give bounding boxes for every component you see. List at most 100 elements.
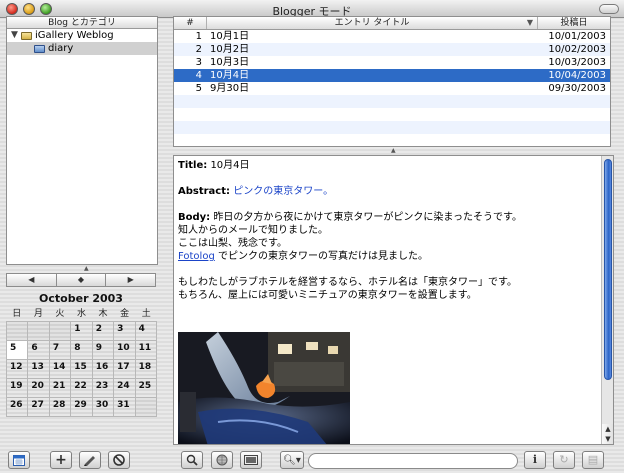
search-input[interactable] <box>308 453 518 469</box>
display-button[interactable] <box>240 451 262 469</box>
calendar-day[interactable]: 30 <box>92 398 115 417</box>
tree-item-igallery-weblog[interactable]: ▼ iGallery Weblog <box>7 29 157 42</box>
splitter-handle[interactable]: ▲ <box>391 148 396 154</box>
calendar-empty-cell <box>135 398 157 417</box>
column-header-number[interactable]: # <box>174 17 207 29</box>
folder-icon <box>21 32 32 40</box>
calendar-day[interactable]: 22 <box>71 379 93 398</box>
table-row[interactable]: 1 10月1日 10/01/2003 <box>174 30 610 43</box>
entry-photo <box>178 332 350 444</box>
column-header-date[interactable]: 投稿日 <box>538 17 610 29</box>
info-button[interactable]: i <box>524 451 546 469</box>
edit-entry-button[interactable] <box>79 451 101 469</box>
entry-table[interactable]: # エントリ タイトル ▼ 投稿日 1 10月1日 10/01/2003 2 10月2日… <box>173 16 611 147</box>
diamond-icon: ◆ <box>77 275 85 284</box>
current-month-button[interactable]: ◆ <box>56 273 107 287</box>
calendar-day[interactable]: 19 <box>7 379 29 398</box>
prev-month-button[interactable]: ◀ <box>6 273 57 287</box>
table-row[interactable]: 3 10月3日 10/03/2003 <box>174 56 610 69</box>
entry-rows: 1 10月1日 10/01/2003 2 10月2日 10/02/2003 3 10月3日 10… <box>174 30 610 146</box>
web-button[interactable] <box>211 451 233 469</box>
calendar-day[interactable]: 20 <box>28 379 50 398</box>
table-row[interactable]: 5 9月30日 09/30/2003 <box>174 82 610 95</box>
book-button[interactable]: ▤ <box>582 451 604 469</box>
title-value: 10月4日 <box>210 160 250 171</box>
body-line-4: でピンクの東京タワーの写真だけは見ました。 <box>214 251 428 262</box>
calendar-day[interactable]: 24 <box>114 379 136 398</box>
table-cell-date: 10/04/2003 <box>548 70 606 81</box>
scroll-up-arrow[interactable]: ▲ <box>602 424 613 434</box>
search-icon: 🔍︎▾ <box>283 455 301 466</box>
calendar-day[interactable]: 10 <box>114 341 136 360</box>
calendar-day[interactable]: 17 <box>114 360 136 379</box>
photo-image <box>178 332 350 444</box>
blog-category-header[interactable]: Blog とカテゴリ <box>7 17 157 29</box>
scroll-down-arrow[interactable]: ▼ <box>602 434 613 444</box>
disclosure-triangle-icon[interactable]: ▼ <box>11 29 18 42</box>
calendar-day[interactable]: 25 <box>135 379 157 398</box>
calendar-day[interactable]: 8 <box>71 341 93 360</box>
calendar-day[interactable]: 2 <box>92 322 115 341</box>
column-header-title[interactable]: エントリ タイトル ▼ <box>207 17 538 29</box>
calendar-weekday: 水 <box>76 309 86 319</box>
calendar-day[interactable]: 6 <box>28 341 50 360</box>
scroll-thumb[interactable] <box>604 159 612 380</box>
body-line-2: 知人からのメールで知りました。 <box>178 225 328 236</box>
info-icon: i <box>532 453 538 466</box>
calendar-day[interactable]: 31 <box>114 398 136 417</box>
body-line-5: もしわたしがラブホテルを経営するなら、ホテル名は「東京タワー」です。 <box>178 277 517 288</box>
table-row[interactable]: 2 10月2日 10/02/2003 <box>174 43 610 56</box>
tree-item-diary[interactable]: diary <box>7 42 157 55</box>
detail-vertical-scrollbar[interactable]: ▲ ▼ <box>601 156 613 444</box>
calendar-day[interactable]: 11 <box>135 341 157 360</box>
zoom-button[interactable] <box>181 451 203 469</box>
blog-category-list[interactable]: Blog とカテゴリ ▼ iGallery Weblog diary <box>6 16 158 265</box>
calendar-day[interactable]: 26 <box>7 398 29 417</box>
calendar-day[interactable]: 9 <box>92 341 115 360</box>
title-label: Title: <box>178 160 208 171</box>
entry-table-header: # エントリ タイトル ▼ 投稿日 <box>174 17 610 30</box>
calendar-weekday: 土 <box>141 309 151 319</box>
table-row[interactable]: 4 10月4日 10/04/2003 <box>174 69 610 82</box>
search-menu-button[interactable]: 🔍︎▾ <box>280 451 304 469</box>
table-cell-num: 1 <box>195 31 202 42</box>
empty-table-row <box>174 134 610 146</box>
body-line-1: 昨日の夕方から夜にかけて東京タワーがピンクに染まったそうです。 <box>213 212 522 223</box>
calendar-day[interactable]: 12 <box>7 360 29 379</box>
entry-detail-pane[interactable]: Title: 10月4日 Abstract: ピンクの東京タワー。 Body: … <box>173 155 614 445</box>
abstract-value: ピンクの東京タワー。 <box>233 186 334 197</box>
splitter-handle[interactable]: ▲ <box>84 266 89 272</box>
delete-entry-button[interactable] <box>108 451 130 469</box>
fotolog-link[interactable]: Fotolog <box>178 251 215 262</box>
calendar-toggle-button[interactable] <box>8 451 30 469</box>
no-entry-icon <box>113 454 125 466</box>
calendar-day[interactable]: 7 <box>49 341 72 360</box>
calendar-day[interactable]: 5 <box>7 341 29 360</box>
plus-icon: + <box>55 452 67 468</box>
calendar-weekday-header: 日月火水木金土 <box>6 307 157 321</box>
calendar-day[interactable]: 1 <box>71 322 93 341</box>
body-line-6: もちろん、屋上には可愛いミニチュアの東京タワーを設置します。 <box>178 290 477 301</box>
next-month-button[interactable]: ▶ <box>106 273 157 287</box>
refresh-button[interactable]: ↻ <box>553 451 575 469</box>
add-entry-button[interactable]: + <box>50 451 72 469</box>
calendar-day[interactable]: 29 <box>71 398 93 417</box>
calendar-day[interactable]: 21 <box>49 379 72 398</box>
calendar-day[interactable]: 4 <box>135 322 157 341</box>
table-cell-date: 10/02/2003 <box>548 44 606 55</box>
calendar-day[interactable]: 15 <box>71 360 93 379</box>
calendar-day[interactable]: 3 <box>114 322 136 341</box>
calendar-day[interactable]: 16 <box>92 360 115 379</box>
triangle-left-icon: ◀ <box>28 275 35 284</box>
calendar-day[interactable]: 18 <box>135 360 157 379</box>
table-cell-title: 9月30日 <box>210 83 250 94</box>
calendar-day[interactable]: 13 <box>28 360 50 379</box>
calendar-day[interactable]: 27 <box>28 398 50 417</box>
calendar-weekday: 木 <box>98 309 108 319</box>
calendar-day[interactable]: 14 <box>49 360 72 379</box>
table-cell-date: 10/01/2003 <box>548 31 606 42</box>
calendar-day[interactable]: 28 <box>49 398 72 417</box>
toolbar-toggle-button[interactable] <box>599 4 619 14</box>
table-cell-date: 09/30/2003 <box>548 83 606 94</box>
calendar-day[interactable]: 23 <box>92 379 115 398</box>
